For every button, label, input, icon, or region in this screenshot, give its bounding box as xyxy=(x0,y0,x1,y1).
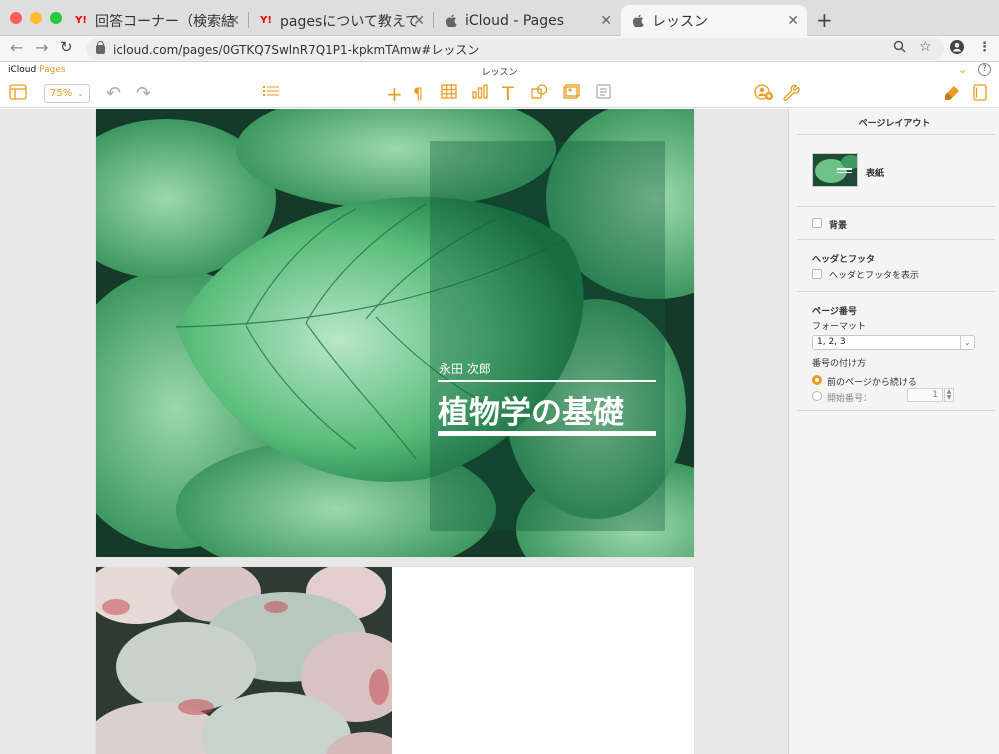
title-top-rule xyxy=(438,380,656,382)
document-panel-icon[interactable] xyxy=(973,84,987,106)
tab-title: iCloud - Pages xyxy=(465,12,565,29)
tab-yahoo-answers[interactable]: Y! 回答コーナー（検索結果 ✕ xyxy=(64,5,248,36)
continue-numbering-radio[interactable] xyxy=(812,375,822,385)
redo-icon[interactable]: ↷ xyxy=(136,84,151,104)
url-text: icloud.com/pages/0GTKQ7SwlnR7Q1P1-kpkmTA… xyxy=(113,42,480,57)
browser-window: Y! 回答コーナー（検索結果 ✕ Y! pagesについて教えてく ✕ iClo… xyxy=(0,0,999,754)
chevron-down-icon: ⌄ xyxy=(77,89,84,98)
show-header-footer-checkbox[interactable] xyxy=(812,269,822,279)
paragraph-icon[interactable]: ¶ xyxy=(413,84,423,104)
start-number-input[interactable]: 1 xyxy=(907,388,943,402)
yahoo-icon: Y! xyxy=(75,15,87,26)
format-sidebar: ページレイアウト 表紙 背景 ヘッダとフッタ ヘッダとフッタを表示 ページ番号 … xyxy=(788,109,999,754)
background-checkbox[interactable] xyxy=(812,218,822,228)
collaborate-icon[interactable] xyxy=(754,84,774,106)
back-icon[interactable]: ← xyxy=(10,38,23,57)
close-tab-icon[interactable]: ✕ xyxy=(787,13,799,29)
start-number-label: 開始番号： xyxy=(827,394,873,404)
format-brush-icon[interactable] xyxy=(944,84,961,106)
tab-bar: Y! 回答コーナー（検索結果 ✕ Y! pagesについて教えてく ✕ iClo… xyxy=(0,0,999,36)
page-number-section: ページ番号 xyxy=(812,307,857,317)
apple-icon xyxy=(444,14,458,28)
zoom-search-icon[interactable] xyxy=(893,40,906,57)
leaf-photo[interactable] xyxy=(96,109,694,557)
background-label: 背景 xyxy=(829,221,848,231)
close-tab-icon[interactable]: ✕ xyxy=(413,13,425,29)
profile-icon[interactable] xyxy=(950,40,964,58)
tab-lesson-active[interactable]: レッスン ✕ xyxy=(621,5,807,36)
url-field[interactable]: icloud.com/pages/0GTKQ7SwlnR7Q1P1-kpkmTA… xyxy=(86,38,944,60)
numbering-label: 番号の付け方 xyxy=(812,359,867,369)
new-tab-button[interactable]: + xyxy=(816,8,833,32)
page-number-format-select[interactable]: 1, 2, 3 ⌄ xyxy=(812,335,975,350)
toolbar: 75% ⌄ ↶ ↷ + ¶ T xyxy=(0,80,999,108)
yahoo-icon: Y! xyxy=(260,15,272,26)
continue-numbering-label: 前のページから続ける xyxy=(827,378,917,388)
comment-icon[interactable] xyxy=(596,84,611,104)
zoom-value: 75% xyxy=(50,88,73,99)
tab-icloud-pages[interactable]: iCloud - Pages ✕ xyxy=(434,5,620,36)
shape-icon[interactable] xyxy=(531,84,548,104)
app-header: iCloud Pages レッスン ⌄ ? xyxy=(0,62,999,80)
bookmark-star-icon[interactable]: ☆ xyxy=(919,39,932,55)
table-icon[interactable] xyxy=(441,84,457,104)
chart-icon[interactable] xyxy=(472,84,488,104)
format-value: 1, 2, 3 xyxy=(817,337,846,347)
apple-icon xyxy=(631,14,645,28)
close-tab-icon[interactable]: ✕ xyxy=(600,13,612,29)
cover-label: 表紙 xyxy=(866,169,885,179)
page-2[interactable] xyxy=(96,567,694,754)
zoom-select[interactable]: 75% ⌄ xyxy=(44,84,90,103)
sidebar-title: ページレイアウト xyxy=(858,119,931,129)
zoom-window-button[interactable] xyxy=(50,12,62,24)
tab-pages-question[interactable]: Y! pagesについて教えてく ✕ xyxy=(249,5,433,36)
address-bar: ← → ↻ icloud.com/pages/0GTKQ7SwlnR7Q1P1-… xyxy=(0,36,999,62)
close-tab-icon[interactable]: ✕ xyxy=(228,13,240,29)
cover-title[interactable]: 植物学の基礎 xyxy=(438,387,624,432)
header-footer-section: ヘッダとフッタ xyxy=(812,255,876,265)
wrench-icon[interactable] xyxy=(783,84,800,106)
title-bottom-rule xyxy=(438,431,656,436)
reload-icon[interactable]: ↻ xyxy=(60,38,73,56)
chevron-down-icon[interactable]: ⌄ xyxy=(958,63,967,76)
view-sidebar-icon[interactable] xyxy=(9,84,27,105)
cover-author[interactable]: 永田 次郎 xyxy=(439,360,491,377)
minimize-window-button[interactable] xyxy=(30,12,42,24)
undo-icon[interactable]: ↶ xyxy=(106,84,121,104)
window-controls xyxy=(10,12,62,24)
chevron-down-icon: ⌄ xyxy=(960,336,974,349)
tab-title: pagesについて教えてく xyxy=(280,13,420,30)
stepper-arrows-icon[interactable]: ▲ ▼ xyxy=(944,388,954,402)
lock-icon xyxy=(96,40,105,54)
media-icon[interactable] xyxy=(563,84,580,104)
cover-thumbnail[interactable] xyxy=(812,153,858,187)
document-title[interactable]: レッスン xyxy=(0,65,999,78)
document-canvas[interactable]: 永田 次郎 植物学の基礎 xyxy=(0,109,788,754)
cover-page[interactable]: 永田 次郎 植物学の基礎 xyxy=(96,109,694,557)
toc-icon[interactable] xyxy=(263,84,279,104)
text-box-icon[interactable]: T xyxy=(502,84,514,104)
tab-title: 回答コーナー（検索結果 xyxy=(95,13,235,30)
insert-plus-icon[interactable]: + xyxy=(386,84,403,104)
help-icon[interactable]: ? xyxy=(978,63,991,76)
forward-icon[interactable]: → xyxy=(35,38,48,57)
close-window-button[interactable] xyxy=(10,12,22,24)
succulent-photo[interactable] xyxy=(96,567,392,754)
tab-title: レッスン xyxy=(652,13,708,30)
format-label: フォーマット xyxy=(812,322,867,332)
show-header-footer-label: ヘッダとフッタを表示 xyxy=(829,271,920,281)
browser-menu-icon[interactable]: ⋮ xyxy=(978,40,991,55)
start-number-radio[interactable] xyxy=(812,391,822,401)
